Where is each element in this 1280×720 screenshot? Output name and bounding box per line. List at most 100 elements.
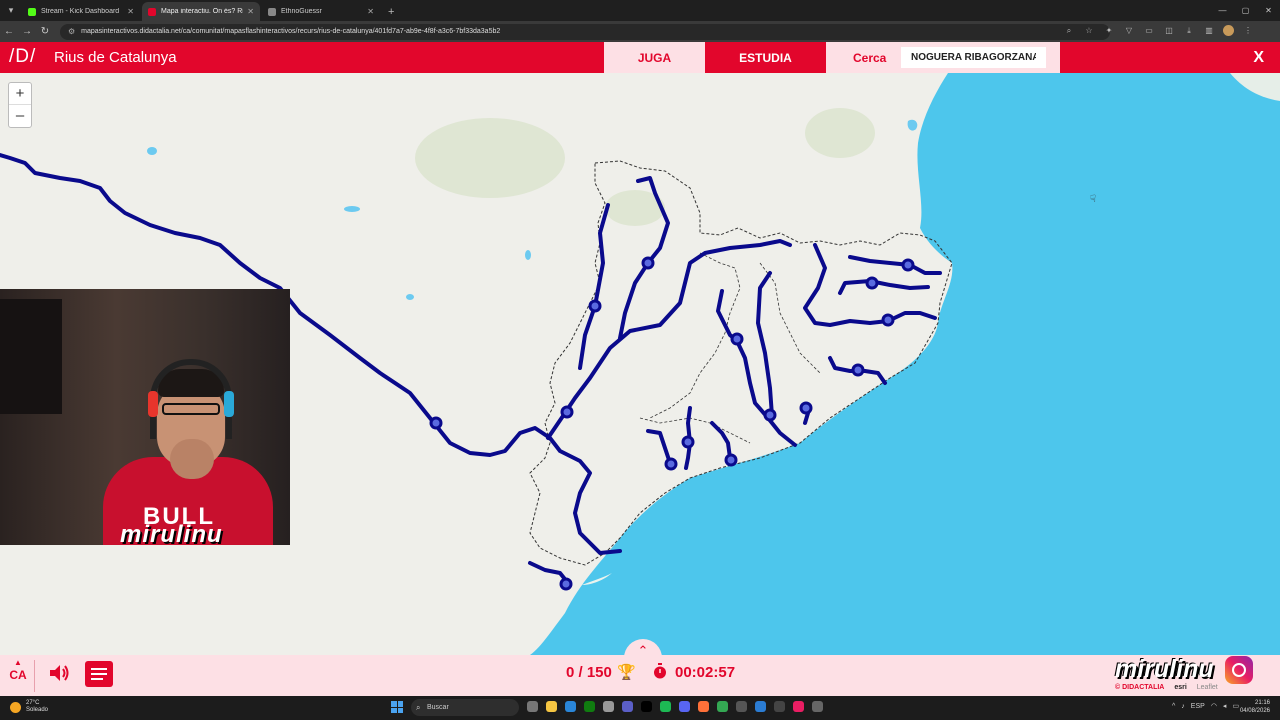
- xbox-icon[interactable]: [584, 701, 595, 712]
- tab-study[interactable]: ESTUDIA: [705, 42, 826, 73]
- task-view-icon[interactable]: [527, 701, 538, 712]
- more-menu-icon[interactable]: ⋮: [1242, 24, 1254, 38]
- download-icon[interactable]: ⤓: [1183, 24, 1195, 38]
- lake: [406, 294, 414, 300]
- river-muga: [838, 279, 930, 295]
- tab-search-icon[interactable]: ▾: [0, 0, 22, 21]
- reload-icon[interactable]: ↻: [36, 26, 54, 37]
- zoom-in-button[interactable]: +: [9, 83, 31, 105]
- tab-title: Mapa interactiu. On és? Rius de C: [161, 8, 244, 15]
- maximize-icon[interactable]: ▢: [1234, 0, 1257, 21]
- caret-up-icon: ▲: [14, 658, 22, 667]
- list-menu-button[interactable]: [85, 661, 113, 687]
- streamer-name: mirulinu: [1115, 655, 1214, 683]
- tab-play[interactable]: JUGA: [604, 42, 705, 73]
- chrome-icon[interactable]: [717, 701, 728, 712]
- mic-icon[interactable]: ♪: [1181, 703, 1185, 710]
- river-marker: [560, 405, 574, 419]
- battery-icon[interactable]: ▭: [1232, 702, 1239, 710]
- minimize-icon[interactable]: —: [1211, 0, 1234, 21]
- obs-icon[interactable]: [774, 701, 785, 712]
- score-counter: 0 / 150: [566, 664, 612, 681]
- browser-tab-mapa[interactable]: Mapa interactiu. On és? Rius de C ✕: [142, 2, 260, 21]
- extension-icon[interactable]: ✦: [1103, 24, 1115, 38]
- filter-icon[interactable]: ▽: [1123, 24, 1135, 38]
- browser-tab-kick[interactable]: Stream - Kick Dashboard ✕: [22, 2, 140, 21]
- timer: 00:02:57: [675, 664, 736, 681]
- profile-avatar[interactable]: [1223, 25, 1234, 36]
- comarca-border: [649, 252, 741, 419]
- divider: [34, 660, 35, 692]
- volume-icon[interactable]: ◂: [1223, 702, 1227, 710]
- store-icon[interactable]: [603, 701, 614, 712]
- river-marker: [559, 577, 573, 591]
- browser-address-bar: ← → ↻ ⚙ mapasinteractivos.didactalia.net…: [0, 21, 1280, 42]
- river-marker: [429, 416, 443, 430]
- sound-toggle-button[interactable]: [47, 661, 71, 685]
- browser-tab-bar: ▾ Stream - Kick Dashboard ✕ Mapa interac…: [0, 0, 1280, 21]
- tab-title: Stream - Kick Dashboard: [41, 8, 120, 15]
- wifi-icon[interactable]: ◠: [1211, 702, 1217, 710]
- tab-close-icon[interactable]: ✕: [127, 7, 134, 16]
- zoom-out-button[interactable]: –: [9, 105, 31, 127]
- tray-arrow-icon[interactable]: ^: [1172, 703, 1175, 710]
- url-input[interactable]: ⚙ mapasinteractivos.didactalia.net/ca/co…: [60, 23, 1110, 40]
- lake: [344, 206, 360, 212]
- taskbar-clock[interactable]: 21:16 04/08/2026: [1240, 699, 1270, 715]
- leaflet-credit[interactable]: Leaflet: [1197, 684, 1218, 691]
- edge-icon[interactable]: [565, 701, 576, 712]
- stopwatch-icon: [654, 663, 666, 679]
- zoom-icon[interactable]: ⌕: [1063, 24, 1075, 38]
- didactalia-logo[interactable]: /D/: [9, 46, 36, 68]
- browser-tab-ethnoguessr[interactable]: EthnoGuessr ✕: [262, 2, 380, 21]
- taskbar-apps: [527, 701, 823, 712]
- bookmark-star-icon[interactable]: ☆: [1083, 24, 1095, 38]
- river-marker: [588, 299, 602, 313]
- file-explorer-icon[interactable]: [546, 701, 557, 712]
- map-credits: © DIDACTALIA esri Leaflet: [1115, 684, 1226, 691]
- puzzle-icon[interactable]: ◫: [1163, 24, 1175, 38]
- taskbar-search[interactable]: Buscar: [411, 699, 519, 716]
- teams-icon[interactable]: [622, 701, 633, 712]
- river-marker: [881, 313, 895, 327]
- spotify-icon[interactable]: [660, 701, 671, 712]
- tab-close-icon[interactable]: ✕: [367, 7, 374, 16]
- window-close-icon[interactable]: ✕: [1257, 0, 1280, 21]
- site-info-icon[interactable]: ⚙: [68, 27, 75, 36]
- app-icon[interactable]: [736, 701, 747, 712]
- firefox-icon[interactable]: [698, 701, 709, 712]
- windows-start-icon[interactable]: [391, 701, 403, 713]
- cast-icon[interactable]: ▭: [1143, 24, 1155, 38]
- tiktok-icon[interactable]: [641, 701, 652, 712]
- back-icon[interactable]: ←: [0, 26, 18, 37]
- weather-widget[interactable]: 27°C Soleado: [10, 700, 48, 714]
- new-tab-icon[interactable]: +: [382, 2, 400, 21]
- river-marker: [763, 408, 777, 422]
- taskbar-time: 21:16: [1254, 700, 1270, 706]
- search-label: Cerca: [853, 51, 887, 65]
- headset-ear-right: [224, 391, 234, 417]
- screen: ▾ Stream - Kick Dashboard ✕ Mapa interac…: [0, 0, 1280, 720]
- list-line: [91, 678, 103, 680]
- discord-icon[interactable]: [679, 701, 690, 712]
- sidebar-icon[interactable]: ▥: [1203, 24, 1215, 38]
- close-button[interactable]: X: [1253, 49, 1264, 67]
- tiktok-studio-icon[interactable]: [793, 701, 804, 712]
- river-fluvia: [848, 255, 942, 275]
- docs-icon[interactable]: [755, 701, 766, 712]
- search-input[interactable]: [901, 47, 1046, 68]
- forward-icon[interactable]: →: [18, 26, 36, 37]
- tab-close-icon[interactable]: ✕: [247, 7, 254, 16]
- language-selector[interactable]: ▲ CA: [7, 659, 29, 683]
- zoom-control: + –: [8, 82, 32, 128]
- sun-icon: [10, 701, 21, 713]
- instagram-icon: [1225, 656, 1253, 684]
- notepad-icon[interactable]: [812, 701, 823, 712]
- headset-icon: [150, 359, 232, 439]
- webcam-shelf: [0, 299, 62, 414]
- tray-lang[interactable]: ESP: [1191, 703, 1205, 710]
- ethnoguessr-favicon-icon: [268, 7, 276, 16]
- river-gaia: [710, 421, 732, 460]
- language-code: CA: [9, 668, 27, 682]
- esri-credit[interactable]: esri: [1174, 684, 1186, 691]
